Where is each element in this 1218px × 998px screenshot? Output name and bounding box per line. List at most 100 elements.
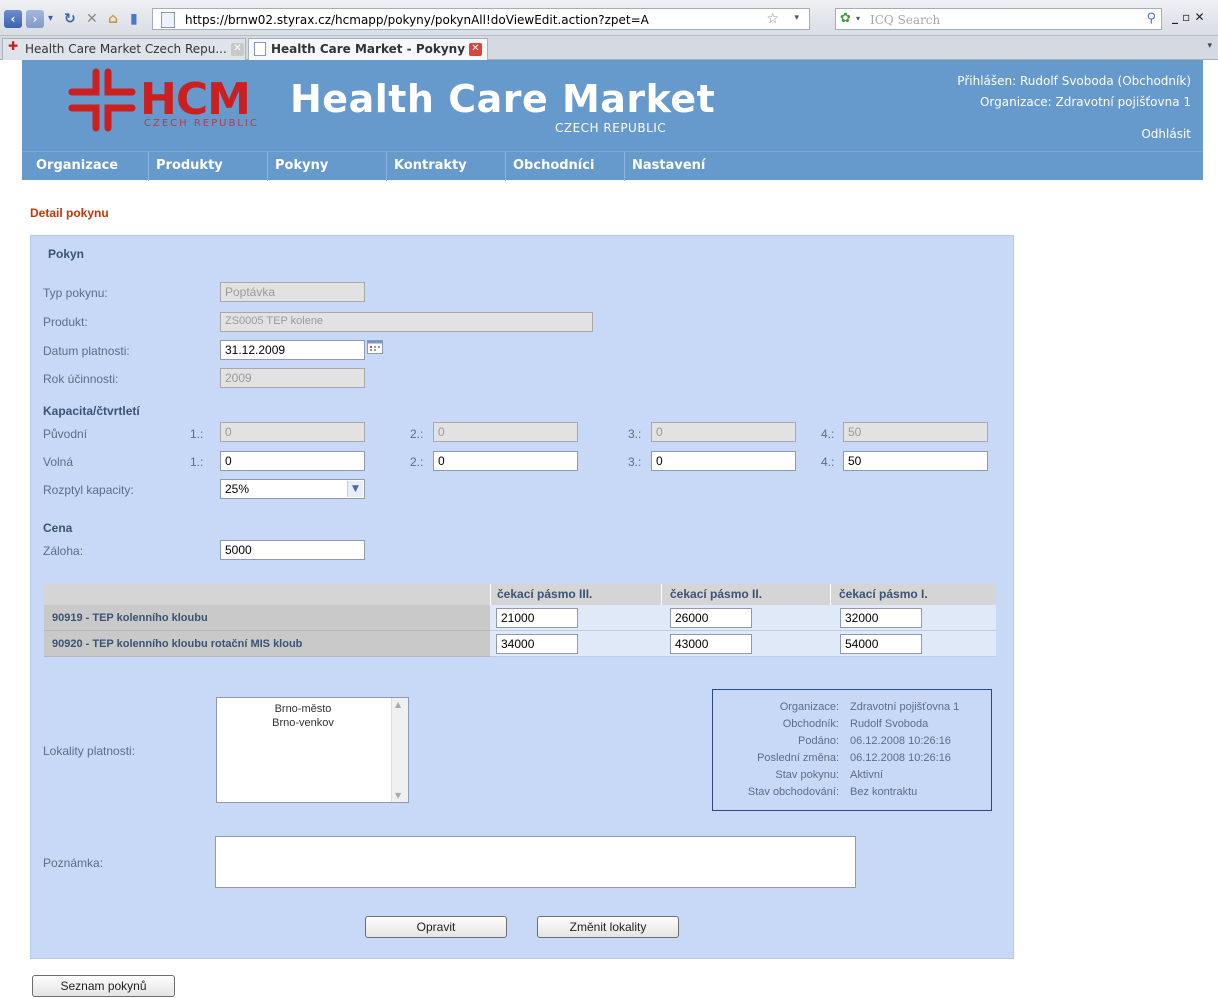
list-item[interactable]: Brno-město: [217, 703, 389, 715]
star-icon[interactable]: ☆: [766, 11, 779, 27]
search-bar[interactable]: ✿ ▾ ICQ Search ⚲: [835, 8, 1162, 30]
info-key-podano: Podáno:: [798, 735, 839, 747]
volna-q3-input[interactable]: 0: [651, 451, 796, 471]
zmenit-lokality-button[interactable]: Změnit lokality: [537, 916, 679, 938]
nav-produkty[interactable]: Produkty: [156, 158, 223, 173]
window-controls[interactable]: _ ▫ ✕: [1172, 10, 1205, 24]
bookmarks-icon[interactable]: ▮: [130, 10, 138, 28]
info-key-stav-obchodovani: Stav obchodování:: [747, 786, 839, 798]
tab-pokyny[interactable]: Health Care Market - Pokyny ✕: [248, 38, 488, 60]
table-header-row: čekací pásmo III. čekací pásmo II. čekac…: [44, 584, 996, 605]
zaloha-input[interactable]: 5000: [220, 540, 365, 560]
volna-q2-input[interactable]: 0: [433, 451, 578, 471]
price-input[interactable]: 26000: [670, 608, 752, 628]
calendar-icon[interactable]: [367, 340, 383, 354]
volna-label: Volná: [43, 455, 74, 469]
scroll-down-icon[interactable]: ▼: [395, 791, 401, 800]
info-value-podano: 06.12.2008 10:26:16: [850, 735, 951, 747]
info-value-stav-obchodovani: Bez kontraktu: [850, 786, 918, 798]
logged-in-user: Přihlášen: Rudolf Svoboda (Obchodník): [957, 74, 1191, 88]
chevron-down-icon[interactable]: ▼: [347, 481, 363, 497]
zaloha-label: Záloha:: [43, 544, 84, 558]
datum-platnosti-input[interactable]: 31.12.2009: [220, 340, 365, 360]
rozptyl-kapacity-select[interactable]: 25% ▼: [220, 479, 365, 499]
produkt-label: Produkt:: [43, 315, 88, 329]
search-icon[interactable]: ⚲: [1146, 11, 1156, 26]
price-input[interactable]: 54000: [840, 634, 922, 654]
page-icon: [161, 12, 175, 28]
search-engine-dropdown-icon[interactable]: ▾: [856, 14, 860, 23]
list-item[interactable]: Brno-venkov: [217, 717, 389, 729]
lokality-listbox[interactable]: Brno-město Brno-venkov ▲ ▼: [216, 697, 409, 803]
q4-label: 4.:: [821, 427, 835, 441]
rok-ucinnosti-label: Rok účinnosti:: [43, 372, 119, 386]
puvodni-q1-field: 0: [220, 422, 365, 442]
info-value-obchodnik: Rudolf Svoboda: [850, 718, 929, 730]
puvodni-q3-field: 0: [651, 422, 796, 442]
puvodni-q4-field: 50: [843, 422, 988, 442]
nav-obchodnici[interactable]: Obchodníci: [513, 158, 594, 173]
page-favicon-icon: [254, 42, 266, 56]
organization-line: Organizace: Zdravotní pojišťovna 1: [979, 95, 1191, 109]
volna-q4-input[interactable]: 50: [843, 451, 988, 471]
volna-q1-input[interactable]: 0: [220, 451, 365, 471]
tab-label: Health Care Market - Pokyny: [271, 42, 466, 56]
nav-organizace[interactable]: Organizace: [36, 158, 118, 173]
poznamka-label: Poznámka:: [43, 856, 104, 870]
row-label: 90920 - TEP kolenního kloubu rotační MIS…: [44, 631, 490, 657]
q4-label: 4.:: [821, 455, 835, 469]
url-dropdown-icon[interactable]: ▾: [794, 13, 799, 23]
address-bar[interactable]: https://brnw02.styrax.cz/hcmapp/pokyny/p…: [152, 8, 810, 30]
reload-icon[interactable]: ↻: [64, 10, 76, 28]
q2-label: 2.:: [410, 427, 424, 441]
tab-hcm-czech[interactable]: ✚ Health Care Market Czech Repu... ✕: [2, 38, 246, 60]
price-input[interactable]: 34000: [496, 634, 578, 654]
q2-label: 2.:: [410, 455, 424, 469]
tab-close-icon[interactable]: ✕: [231, 43, 244, 56]
q3-label: 3.:: [628, 427, 642, 441]
tab-list-dropdown-icon[interactable]: ▾: [1207, 41, 1212, 51]
history-dropdown-icon[interactable]: ▾: [48, 10, 53, 28]
nav-nastaveni[interactable]: Nastavení: [632, 158, 705, 173]
q1-label: 1.:: [190, 427, 204, 441]
seznam-pokynu-button[interactable]: Seznam pokynů: [32, 975, 175, 997]
section-kapacita: Kapacita/čtvrtletí: [43, 404, 140, 418]
hcm-logo-subtitle: CZECH REPUBLIC: [144, 118, 259, 129]
logout-link[interactable]: Odhlásit: [1141, 127, 1191, 141]
opravit-button[interactable]: Opravit: [365, 916, 507, 938]
rozptyl-kapacity-label: Rozptyl kapacity:: [43, 483, 134, 497]
browser-toolbar: ‹ › ▾ ↻ ✕ ⌂ ▮ https://brnw02.styrax.cz/h…: [0, 0, 1218, 36]
nav-kontrakty[interactable]: Kontrakty: [394, 158, 467, 173]
info-key-stav-pokynu: Stav pokynu:: [775, 769, 839, 781]
typ-pokynu-field: Poptávka: [220, 282, 365, 302]
price-input[interactable]: 43000: [670, 634, 752, 654]
typ-pokynu-label: Typ pokynu:: [43, 286, 108, 300]
tab-label: Health Care Market Czech Repu...: [25, 42, 227, 56]
tab-close-icon[interactable]: ✕: [469, 43, 482, 56]
datum-platnosti-label: Datum platnosti:: [43, 344, 130, 358]
stop-icon[interactable]: ✕: [86, 10, 98, 28]
scroll-up-icon[interactable]: ▲: [395, 700, 401, 709]
search-placeholder: ICQ Search: [870, 13, 941, 27]
info-value-posledni-zmena: 06.12.2008 10:26:16: [850, 752, 951, 764]
home-icon[interactable]: ⌂: [108, 10, 118, 28]
info-key-organizace: Organizace:: [779, 701, 839, 713]
col-header-pasmo-iii: čekací pásmo III.: [497, 587, 593, 601]
price-input[interactable]: 21000: [496, 608, 578, 628]
back-icon[interactable]: ‹: [4, 10, 22, 28]
puvodni-label: Původní: [43, 427, 88, 441]
nav-pokyny[interactable]: Pokyny: [275, 158, 328, 173]
icq-flower-icon[interactable]: ✿: [840, 11, 851, 26]
col-header-pasmo-ii: čekací pásmo II.: [670, 587, 763, 601]
table-row: 90920 - TEP kolenního kloubu rotační MIS…: [44, 631, 996, 657]
q3-label: 3.:: [628, 455, 642, 469]
lokality-scrollbar[interactable]: ▲ ▼: [391, 698, 408, 802]
section-pokyn: Pokyn: [48, 247, 85, 261]
forward-icon[interactable]: ›: [26, 10, 44, 28]
poznamka-textarea[interactable]: [215, 836, 856, 888]
info-value-organizace: Zdravotní pojišťovna 1: [850, 701, 960, 713]
info-value-stav-pokynu: Aktivní: [850, 769, 884, 781]
price-input[interactable]: 32000: [840, 608, 922, 628]
hcm-favicon-icon: ✚: [8, 39, 19, 53]
table-row: 90919 - TEP kolenního kloubu 21000 26000…: [44, 605, 996, 631]
